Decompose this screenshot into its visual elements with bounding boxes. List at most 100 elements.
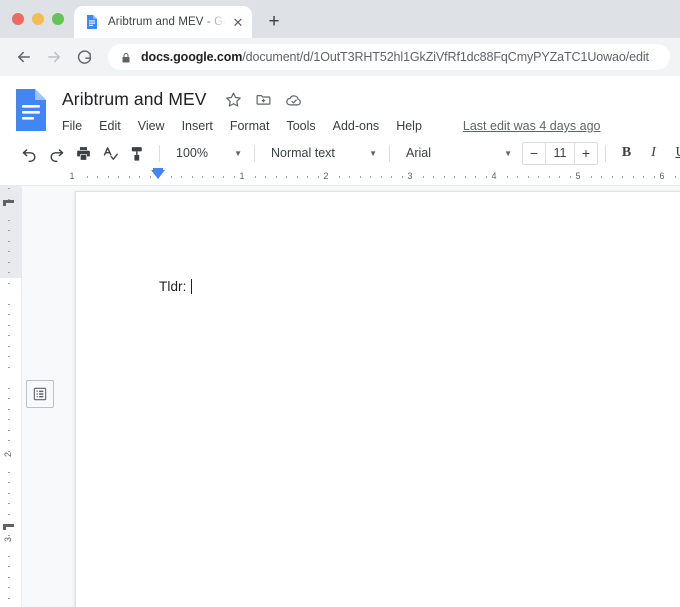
star-icon[interactable] bbox=[225, 91, 242, 108]
cloud-saved-icon[interactable] bbox=[285, 91, 302, 108]
vruler-tick bbox=[8, 493, 10, 494]
horizontal-ruler[interactable]: 1 1 2 3 4 5 6 bbox=[0, 168, 680, 186]
address-bar[interactable]: docs.google.com/document/d/1OutT3RHT52hl… bbox=[108, 44, 670, 70]
vruler-tick bbox=[8, 388, 10, 389]
document-body-text[interactable]: Tldr: bbox=[159, 279, 192, 294]
vruler-tick bbox=[8, 251, 10, 252]
ruler-tick bbox=[454, 176, 455, 178]
ruler-tick bbox=[391, 176, 392, 178]
ruler-tick bbox=[181, 176, 182, 178]
toolbar-separator bbox=[254, 144, 255, 162]
ruler-tick bbox=[108, 176, 109, 178]
top-margin-marker[interactable] bbox=[3, 200, 14, 206]
vruler-tick bbox=[8, 398, 10, 399]
tab-title: Aribtrum and MEV - Google Docs bbox=[108, 16, 228, 28]
menu-help[interactable]: Help bbox=[396, 119, 422, 133]
vruler-tick bbox=[8, 314, 10, 315]
ruler-tick bbox=[675, 176, 676, 178]
vruler-tick bbox=[8, 241, 10, 242]
font-family-value: Arial bbox=[406, 146, 432, 160]
document-outline-icon[interactable] bbox=[26, 380, 54, 408]
move-to-folder-icon[interactable] bbox=[255, 91, 272, 108]
vertical-ruler[interactable]: 23 bbox=[0, 186, 22, 607]
ruler-tick bbox=[118, 176, 119, 178]
document-page[interactable]: Tldr: bbox=[75, 191, 680, 607]
vruler-number: 2 bbox=[3, 451, 13, 457]
bold-button[interactable]: B bbox=[613, 140, 640, 167]
vruler-tick bbox=[8, 577, 10, 578]
left-indent-marker[interactable] bbox=[151, 168, 165, 179]
last-edit-link[interactable]: Last edit was 4 days ago bbox=[463, 119, 601, 133]
ruler-number: 4 bbox=[491, 171, 497, 181]
font-size-stepper: − 11 + bbox=[522, 141, 598, 165]
font-size-input[interactable]: 11 bbox=[545, 142, 575, 164]
ruler-tick bbox=[538, 176, 539, 178]
menu-format[interactable]: Format bbox=[230, 119, 270, 133]
browser-tab[interactable]: Aribtrum and MEV - Google Docs ✕ bbox=[74, 6, 252, 38]
ruler-tick bbox=[633, 176, 634, 178]
ruler-tick bbox=[349, 176, 350, 178]
italic-button[interactable]: I bbox=[640, 140, 667, 167]
ruler-tick bbox=[643, 176, 644, 178]
paint-format-icon[interactable] bbox=[124, 140, 151, 167]
menu-tools[interactable]: Tools bbox=[286, 119, 315, 133]
bottom-margin-marker[interactable] bbox=[3, 524, 14, 530]
menu-edit[interactable]: Edit bbox=[99, 119, 121, 133]
ruler-tick bbox=[381, 176, 382, 178]
ruler-tick bbox=[139, 176, 140, 178]
vruler-tick bbox=[8, 430, 10, 431]
ruler-tick bbox=[234, 176, 235, 178]
vruler-tick bbox=[8, 304, 10, 305]
docs-menu-bar: File Edit View Insert Format Tools Add-o… bbox=[62, 115, 601, 137]
chevron-down-icon: ▼ bbox=[234, 148, 242, 158]
font-size-increase-button[interactable]: + bbox=[575, 143, 597, 164]
google-docs-app: Aribtrum and MEV File Edit View Insert F… bbox=[0, 76, 680, 607]
google-docs-logo[interactable] bbox=[14, 88, 52, 132]
redo-icon[interactable] bbox=[43, 140, 70, 167]
zoom-dropdown[interactable]: 100% ▼ bbox=[168, 141, 246, 166]
forward-button[interactable] bbox=[40, 43, 68, 71]
reload-button[interactable] bbox=[70, 43, 98, 71]
vruler-tick bbox=[8, 482, 10, 483]
ruler-tick bbox=[612, 176, 613, 178]
vruler-tick bbox=[8, 587, 10, 588]
vruler-tick bbox=[8, 262, 10, 263]
toolbar-separator bbox=[389, 144, 390, 162]
ruler-tick bbox=[370, 176, 371, 178]
vruler-tick bbox=[8, 230, 10, 231]
document-title[interactable]: Aribtrum and MEV bbox=[62, 89, 207, 110]
url-path: /document/d/1OutT3RHT52hl1GkZiVfRf1dc88F… bbox=[242, 50, 649, 64]
ruler-tick bbox=[444, 176, 445, 178]
ruler-tick bbox=[129, 176, 130, 178]
menu-insert[interactable]: Insert bbox=[182, 119, 213, 133]
font-size-decrease-button[interactable]: − bbox=[523, 143, 545, 164]
underline-button[interactable]: U bbox=[667, 140, 680, 167]
vruler-tick bbox=[8, 335, 10, 336]
new-tab-button[interactable]: + bbox=[260, 7, 288, 35]
print-icon[interactable] bbox=[70, 140, 97, 167]
menu-file[interactable]: File bbox=[62, 119, 82, 133]
menu-add-ons[interactable]: Add-ons bbox=[333, 119, 380, 133]
zoom-value: 100% bbox=[176, 146, 208, 160]
ruler-tick bbox=[307, 176, 308, 178]
close-window-button[interactable] bbox=[12, 13, 24, 25]
ruler-number: 2 bbox=[323, 171, 329, 181]
minimize-window-button[interactable] bbox=[32, 13, 44, 25]
undo-icon[interactable] bbox=[16, 140, 43, 167]
maximize-window-button[interactable] bbox=[52, 13, 64, 25]
ruler-number: 3 bbox=[407, 171, 413, 181]
ruler-tick bbox=[486, 176, 487, 178]
paragraph-style-dropdown[interactable]: Normal text ▼ bbox=[263, 141, 381, 166]
font-family-dropdown[interactable]: Arial ▼ bbox=[398, 141, 516, 166]
back-button[interactable] bbox=[10, 43, 38, 71]
spellcheck-icon[interactable] bbox=[97, 140, 124, 167]
menu-view[interactable]: View bbox=[138, 119, 165, 133]
ruler-tick bbox=[559, 176, 560, 178]
vruler-tick bbox=[8, 598, 10, 599]
close-tab-button[interactable]: ✕ bbox=[230, 14, 246, 30]
ruler-number: 1 bbox=[239, 171, 245, 181]
ruler-tick bbox=[465, 176, 466, 178]
vruler-tick bbox=[8, 325, 10, 326]
vruler-tick bbox=[8, 566, 10, 567]
vruler-tick bbox=[8, 514, 10, 515]
